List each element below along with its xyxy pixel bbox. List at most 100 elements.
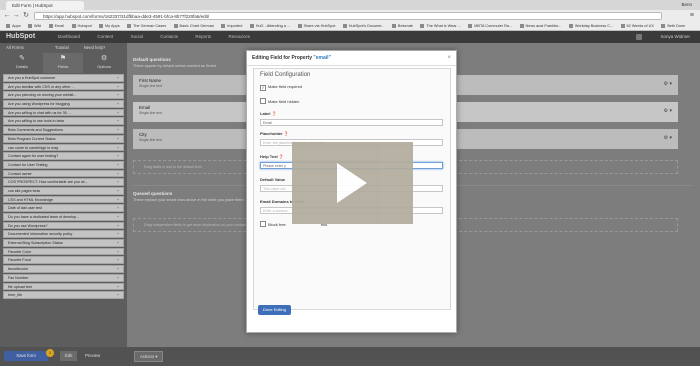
list-item[interactable]: favoritecolor + [3, 265, 124, 273]
tab-details[interactable]: ✎ Details [2, 53, 42, 73]
add-icon[interactable]: + [115, 275, 121, 281]
add-icon[interactable]: + [115, 84, 121, 90]
list-item[interactable]: Are you familiar with CSS or any other .… [3, 82, 124, 91]
list-item[interactable]: Are you a HubSpot customer + [3, 74, 124, 82]
bookmark[interactable]: Workday Business C... [569, 22, 613, 30]
add-icon[interactable]: + [115, 162, 121, 168]
add-icon[interactable]: + [115, 197, 121, 203]
tab-preview[interactable]: Preview [80, 351, 105, 361]
bookmark[interactable]: HubSpot's Docume... [343, 22, 385, 30]
bookmark[interactable]: 52 Weeks of UX [621, 22, 654, 30]
list-item[interactable]: Fax Number + [3, 273, 124, 282]
add-icon[interactable]: + [115, 75, 121, 81]
make-required-checkbox[interactable]: ✓ Make field required [260, 84, 302, 91]
nav-reports[interactable]: Reports [195, 31, 211, 43]
back-icon[interactable]: ← [3, 11, 11, 21]
browser-tab[interactable]: Edit Form | HubSpot [6, 1, 84, 10]
add-icon[interactable]: + [115, 231, 121, 237]
bookmark[interactable]: Wiki [28, 22, 41, 30]
nav-content[interactable]: Content [97, 31, 113, 43]
add-icon[interactable]: + [115, 240, 121, 246]
bookmark[interactable]: Bekende [392, 22, 413, 30]
list-item[interactable]: file upload test + [3, 282, 124, 291]
label-input[interactable]: Email [260, 119, 443, 126]
bookmark[interactable]: Apps [6, 22, 21, 30]
add-icon[interactable]: + [115, 92, 121, 98]
bookmark[interactable]: Hubspot [72, 22, 92, 30]
list-item[interactable]: Beta Program Current Status + [3, 134, 124, 143]
list-item[interactable]: Contact owner + [3, 169, 124, 178]
all-forms-link[interactable]: All Forms [6, 45, 24, 50]
add-icon[interactable]: + [115, 171, 121, 177]
tab-edit[interactable]: Edit [60, 351, 78, 361]
list-item[interactable]: Date of last user test + [3, 204, 124, 212]
tutorial-link[interactable]: Tutorial [55, 45, 69, 50]
add-icon[interactable]: + [115, 145, 121, 151]
list-item[interactable]: Do you use Wordpress? + [3, 221, 124, 230]
list-item[interactable]: Do you have a dedicated team of develop.… [3, 213, 124, 221]
list-item[interactable]: Contact for User Testing + [3, 160, 124, 169]
browser-profile-name[interactable]: Benn [681, 1, 692, 9]
field-settings-icon[interactable]: ⚙ ▾ [664, 81, 672, 87]
video-player-overlay[interactable] [292, 142, 413, 224]
tab-options[interactable]: ⚙ Options [84, 53, 124, 73]
add-icon[interactable]: + [115, 205, 121, 211]
list-item[interactable]: External Blog Subscription Status + [3, 239, 124, 247]
add-icon[interactable]: + [115, 223, 121, 229]
nav-contacts[interactable]: Contacts [160, 31, 178, 43]
user-name[interactable]: Sonya Widmer [660, 31, 690, 43]
bookmark[interactable]: The What is Wear ... [420, 22, 461, 30]
bookmark[interactable]: MBTA Commuter Ra... [468, 22, 512, 30]
bookmark[interactable]: Share via HubSpot [298, 22, 336, 30]
need-help-link[interactable]: Need help? [84, 45, 105, 50]
list-item[interactable]: Contact again for user testing? + [3, 152, 124, 160]
list-item[interactable]: Are you willing to use tools in beta + [3, 117, 124, 126]
add-icon[interactable]: + [115, 136, 121, 142]
bookmark[interactable]: Basic Chart German [174, 22, 214, 30]
bookmark[interactable]: Imported [221, 22, 242, 30]
hubspot-logo[interactable]: HubSpot [6, 31, 35, 43]
bookmark[interactable]: Email [49, 22, 65, 30]
help-icon[interactable]: ❓ [279, 154, 284, 159]
list-item[interactable]: Are you willing to chat with us for 30 .… [3, 108, 124, 117]
list-item[interactable]: can come to cambridge in may + [3, 143, 124, 152]
actions-dropdown[interactable]: Actions ▾ [134, 351, 164, 362]
done-editing-button[interactable]: Done Editing [258, 305, 291, 315]
add-icon[interactable]: + [115, 179, 121, 185]
add-icon[interactable]: + [115, 153, 121, 159]
add-icon[interactable]: + [115, 214, 121, 220]
bookmark[interactable]: News aust Frankfur... [520, 22, 562, 30]
add-icon[interactable]: + [115, 110, 121, 116]
list-item[interactable]: Favorite Color + [3, 247, 124, 256]
list-item[interactable]: Favorite Food + [3, 256, 124, 265]
bookmark[interactable]: My Apps [99, 22, 120, 30]
nav-resources[interactable]: Resources [229, 31, 251, 43]
list-item[interactable]: form_file + [3, 291, 124, 299]
nav-social[interactable]: Social [131, 31, 143, 43]
bookmark[interactable]: HuG - Attending a ... [250, 22, 290, 30]
list-item[interactable]: Are you planning on moving your websit..… [3, 91, 124, 100]
make-hidden-checkbox[interactable]: Make field hidden [260, 98, 299, 104]
add-icon[interactable]: + [115, 188, 121, 194]
bookmark[interactable]: Beth Dunn [661, 22, 685, 30]
list-item[interactable]: CSS and HTML Knowledge + [3, 195, 124, 204]
add-icon[interactable]: + [115, 127, 121, 133]
address-bar[interactable]: https://app.hubspot.com/forms/162337/31d… [34, 12, 662, 20]
avatar[interactable] [636, 34, 642, 40]
list-item[interactable]: Beta Comments and Suggestions + [3, 126, 124, 134]
field-settings-icon[interactable]: ⚙ ▾ [664, 108, 672, 114]
help-icon[interactable]: ❓ [272, 111, 277, 116]
add-icon[interactable]: + [115, 249, 121, 255]
list-item[interactable]: COS PROSPECT: How comfortable are you wi… [3, 178, 124, 186]
reload-icon[interactable]: ↻ [22, 11, 30, 21]
play-icon[interactable] [337, 163, 367, 203]
close-icon[interactable]: × [447, 51, 451, 65]
field-settings-icon[interactable]: ⚙ ▾ [664, 135, 672, 141]
add-icon[interactable]: + [115, 284, 121, 290]
browser-menu-icon[interactable]: ≡ [690, 11, 694, 21]
tab-fields[interactable]: ⚑ Fields [43, 53, 83, 73]
list-item[interactable]: cos site pages beta + [3, 186, 124, 195]
add-icon[interactable]: + [115, 101, 121, 107]
add-icon[interactable]: + [115, 257, 121, 263]
list-item[interactable]: Documented information security policy + [3, 230, 124, 239]
